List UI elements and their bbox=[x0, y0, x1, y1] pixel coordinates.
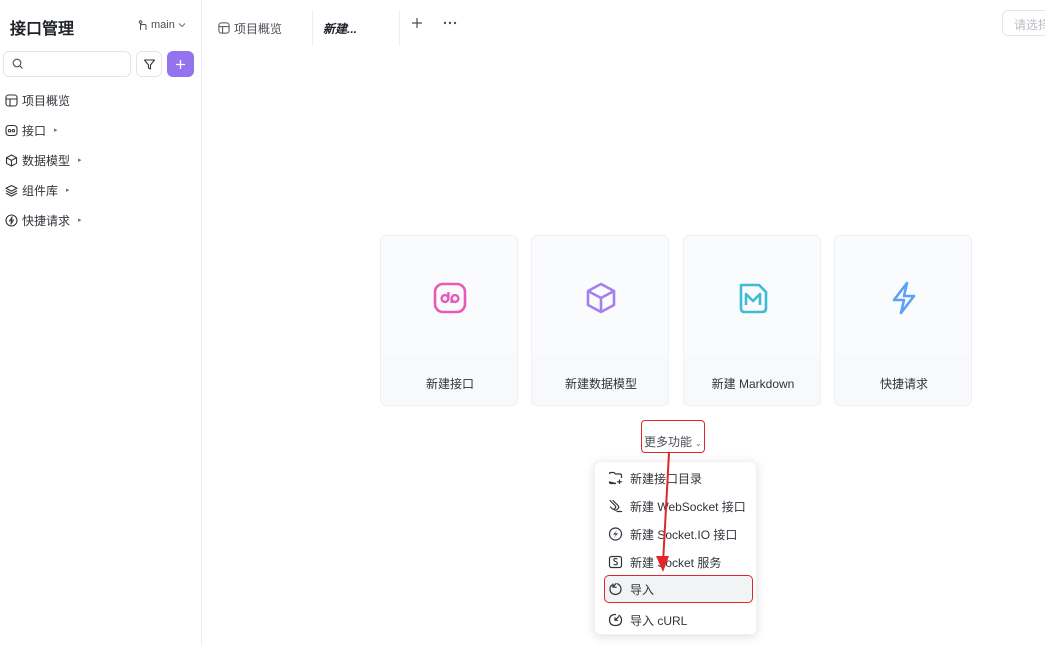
sidebar-title: 接口管理 bbox=[10, 21, 75, 38]
caret-right-icon: ▸ bbox=[78, 157, 82, 164]
sidebar-item-label: 项目概览 bbox=[22, 93, 71, 108]
environment-select[interactable]: 请选择环境 bbox=[1002, 10, 1045, 36]
sidebar-item-quick-request[interactable]: 快捷请求 ▸ bbox=[5, 210, 82, 230]
sidebar-item-label: 快捷请求 bbox=[22, 213, 71, 228]
tab-new[interactable]: 新建... bbox=[312, 10, 400, 46]
more-functions-button[interactable]: 更多功能 ⌄ bbox=[641, 420, 705, 453]
cube-icon bbox=[586, 282, 616, 314]
caret-right-icon: ▸ bbox=[78, 217, 82, 224]
plus-icon bbox=[176, 59, 185, 69]
card-label: 新建数据模型 bbox=[564, 377, 637, 391]
menu-item-new-folder[interactable]: 新建接口目录 bbox=[595, 465, 758, 491]
menu-item-label: 新建接口目录 bbox=[630, 471, 703, 486]
caret-right-icon: ▸ bbox=[66, 187, 70, 194]
sidebar-search[interactable] bbox=[3, 51, 131, 77]
menu-item-label: 新建 Socket.IO 接口 bbox=[630, 527, 738, 542]
card-new-api[interactable]: 新建接口 bbox=[380, 235, 518, 406]
curl-icon bbox=[608, 613, 623, 627]
sidebar-item-label: 数据模型 bbox=[22, 153, 71, 168]
plus-icon bbox=[412, 18, 422, 28]
card-quick-request[interactable]: 快捷请求 bbox=[834, 235, 972, 406]
layers-icon bbox=[5, 184, 18, 197]
api-icon bbox=[5, 124, 18, 136]
search-icon bbox=[12, 58, 23, 69]
filter-button[interactable] bbox=[136, 51, 162, 77]
environment-placeholder: 请选择环境 bbox=[1014, 18, 1045, 32]
cube-icon bbox=[5, 153, 18, 167]
socket-service-icon bbox=[608, 555, 623, 569]
branch-icon bbox=[138, 19, 147, 30]
socketio-icon bbox=[608, 527, 623, 541]
new-tab-button[interactable] bbox=[411, 16, 423, 34]
menu-item-import[interactable]: 导入 bbox=[604, 575, 753, 603]
markdown-icon bbox=[739, 283, 768, 314]
add-button[interactable] bbox=[167, 51, 194, 77]
sidebar-item-api[interactable]: 接口 ▸ bbox=[5, 120, 58, 140]
card-new-markdown[interactable]: 新建 Markdown bbox=[683, 235, 821, 406]
menu-item-new-socket-service[interactable]: 新建 Socket 服务 bbox=[595, 549, 758, 575]
card-label: 快捷请求 bbox=[879, 377, 928, 391]
more-functions-label: 更多功能 bbox=[644, 435, 693, 449]
more-horizontal-icon bbox=[443, 21, 457, 25]
api-icon bbox=[433, 282, 467, 314]
card-new-data-model[interactable]: 新建数据模型 bbox=[531, 235, 669, 406]
app-window: 接口管理 main 项目概览 接口 ▸ 数据模型 ▸ 组件库 ▸ 快捷请求 ▸ … bbox=[0, 0, 1045, 646]
bolt-icon bbox=[892, 281, 916, 315]
import-icon bbox=[609, 582, 622, 596]
menu-item-label: 导入 cURL bbox=[630, 613, 688, 628]
websocket-icon bbox=[609, 499, 623, 513]
sidebar-item-label: 接口 bbox=[22, 123, 47, 138]
more-functions-menu: 新建接口目录 新建 WebSocket 接口 新建 Socket.IO 接口 新… bbox=[594, 461, 757, 635]
menu-item-new-websocket[interactable]: 新建 WebSocket 接口 bbox=[595, 493, 758, 519]
menu-item-import-curl[interactable]: 导入 cURL bbox=[595, 607, 758, 633]
chevron-down-icon: ⌄ bbox=[695, 439, 702, 448]
menu-item-label: 新建 WebSocket 接口 bbox=[630, 499, 746, 514]
tab-bar: 项目概览 新建... bbox=[202, 0, 1045, 47]
search-input[interactable] bbox=[28, 55, 126, 73]
menu-item-label: 导入 bbox=[630, 582, 655, 597]
caret-right-icon: ▸ bbox=[54, 127, 58, 134]
sidebar-item-data-model[interactable]: 数据模型 ▸ bbox=[5, 150, 82, 170]
card-label: 新建接口 bbox=[425, 377, 474, 391]
bolt-circle-icon bbox=[5, 213, 18, 227]
overview-icon bbox=[5, 93, 18, 107]
sidebar-item-overview[interactable]: 项目概览 bbox=[5, 90, 70, 110]
sidebar-item-label: 组件库 bbox=[22, 183, 59, 198]
menu-item-label: 新建 Socket 服务 bbox=[630, 555, 722, 570]
folder-plus-icon bbox=[608, 471, 623, 485]
tab-overview[interactable]: 项目概览 bbox=[218, 10, 282, 46]
card-label: 新建 Markdown bbox=[711, 377, 795, 391]
branch-name: main bbox=[151, 19, 175, 31]
branch-selector[interactable]: main bbox=[138, 19, 186, 31]
tab-label: 新建... bbox=[323, 21, 358, 36]
chevron-down-icon bbox=[178, 23, 186, 28]
sidebar: 接口管理 main 项目概览 接口 ▸ 数据模型 ▸ 组件库 ▸ 快捷请求 ▸ bbox=[0, 0, 202, 646]
tab-label: 项目概览 bbox=[234, 21, 283, 36]
sidebar-item-components[interactable]: 组件库 ▸ bbox=[5, 180, 70, 200]
overview-icon bbox=[218, 22, 230, 34]
menu-item-new-socketio[interactable]: 新建 Socket.IO 接口 bbox=[595, 521, 758, 547]
more-tabs-button[interactable] bbox=[443, 16, 457, 34]
filter-icon bbox=[143, 58, 155, 70]
